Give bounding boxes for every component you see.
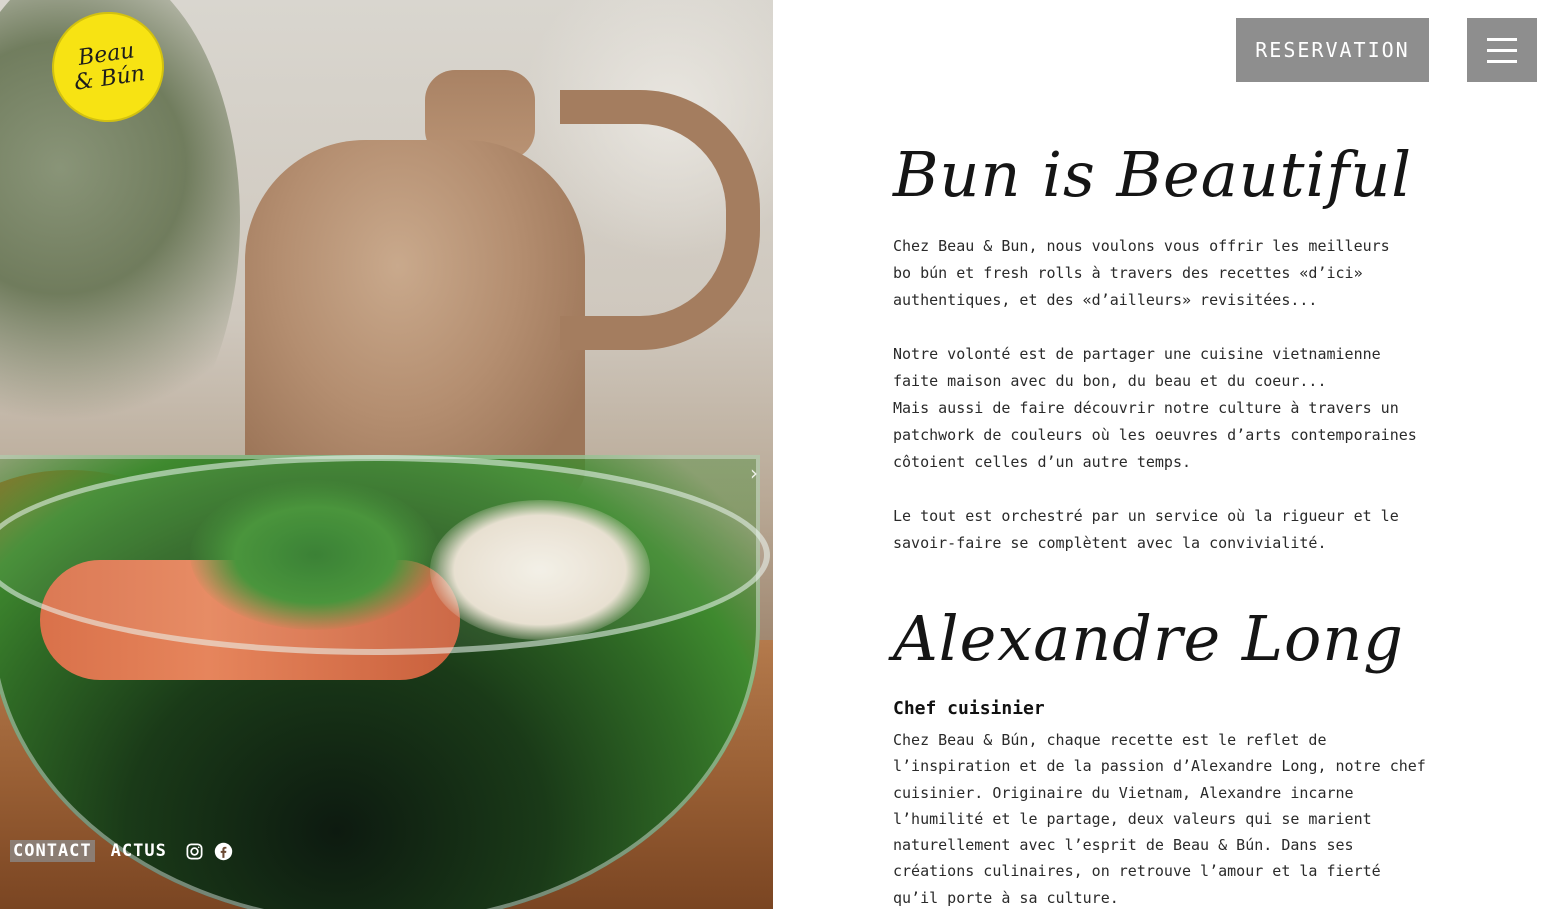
chef-name-title: Alexandre Long — [893, 602, 1404, 675]
chef-paragraph: Chez Beau & Bún, chaque recette est le r… — [893, 731, 1426, 907]
chevron-right-icon[interactable]: › — [750, 462, 766, 484]
section-title-bun-is-beautiful: Bun is Beautiful — [893, 138, 1413, 211]
service-paragraph: Le tout est orchestré par un service où … — [893, 507, 1399, 552]
glass-bowl-rim — [0, 455, 770, 655]
actus-link[interactable]: ACTUS — [111, 841, 167, 861]
instagram-icon[interactable] — [185, 842, 204, 861]
intro-paragraph: Chez Beau & Bun, nous voulons vous offri… — [893, 237, 1390, 309]
facebook-icon[interactable] — [214, 842, 233, 861]
menu-bar — [1487, 59, 1517, 63]
menu-bar — [1487, 48, 1517, 52]
reservation-button[interactable]: RESERVATION — [1236, 18, 1429, 82]
menu-bar — [1487, 37, 1517, 41]
hamburger-menu-icon[interactable] — [1467, 18, 1537, 82]
chef-role-heading: Chef cuisinier — [893, 698, 1045, 719]
hero-photo — [0, 0, 773, 909]
footer-links: CONTACT ACTUS — [10, 840, 233, 862]
culture-paragraph: Notre volonté est de partager une cuisin… — [893, 345, 1417, 471]
social-links — [185, 842, 233, 861]
contact-link[interactable]: CONTACT — [10, 840, 95, 862]
ceramic-jug — [245, 140, 585, 500]
